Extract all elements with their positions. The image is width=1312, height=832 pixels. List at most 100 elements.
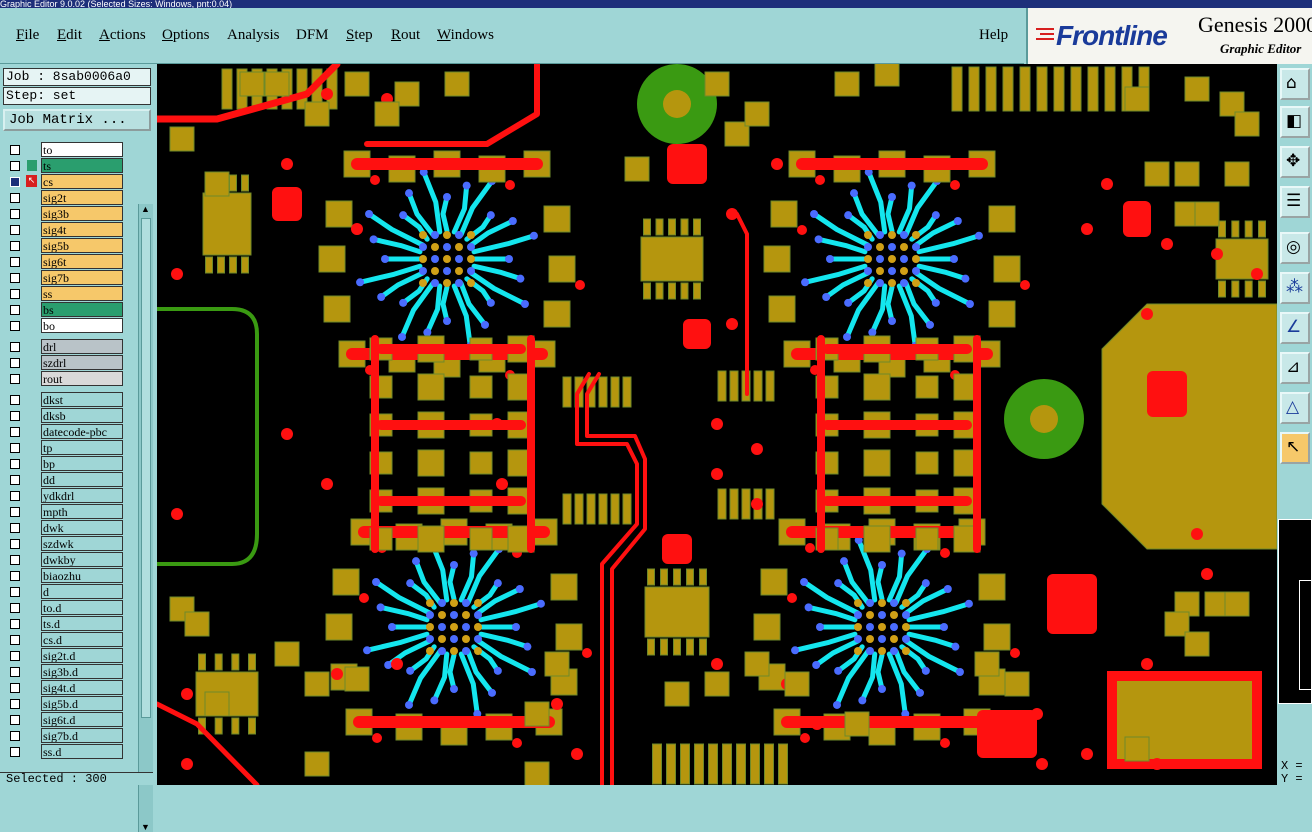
layer-checkbox[interactable]: [10, 619, 20, 629]
layer-row-sig2t.d[interactable]: sig2t.d: [5, 648, 125, 664]
layer-checkbox[interactable]: [10, 715, 20, 725]
layer-row-dd[interactable]: dd: [5, 472, 125, 488]
layer-checkbox[interactable]: [10, 635, 20, 645]
layer-checkbox[interactable]: [10, 699, 20, 709]
layer-row-datecode-pbc[interactable]: datecode-pbc: [5, 424, 125, 440]
layer-checkbox[interactable]: [10, 193, 20, 203]
layer-row-szdrl[interactable]: szdrl: [5, 355, 125, 371]
layer-row-rout[interactable]: rout: [5, 371, 125, 387]
overview-map[interactable]: [1278, 519, 1312, 704]
layer-row-cs[interactable]: ↖ cs: [5, 174, 125, 190]
layer-checkbox[interactable]: [10, 177, 20, 187]
layer-row-sig5b[interactable]: sig5b: [5, 238, 125, 254]
layer-checkbox[interactable]: [10, 358, 20, 368]
layer-row-sig6t.d[interactable]: sig6t.d: [5, 712, 125, 728]
layer-checkbox[interactable]: [10, 459, 20, 469]
menu-edit[interactable]: Edit: [57, 27, 82, 44]
layer-row-dwk[interactable]: dwk: [5, 520, 125, 536]
layer-row-ss.d[interactable]: ss.d: [5, 744, 125, 760]
menu-options[interactable]: Options: [162, 27, 210, 44]
layer-checkbox[interactable]: [10, 241, 20, 251]
layer-row-bo[interactable]: bo: [5, 318, 125, 334]
menu-rout[interactable]: Rout: [391, 27, 420, 44]
layer-row-ts[interactable]: ts: [5, 158, 125, 174]
layer-row-biaozhu[interactable]: biaozhu: [5, 568, 125, 584]
layer-row-dksb[interactable]: dksb: [5, 408, 125, 424]
layer-checkbox[interactable]: [10, 491, 20, 501]
layer-checkbox[interactable]: [10, 225, 20, 235]
layer-checkbox[interactable]: [10, 507, 20, 517]
layer-checkbox[interactable]: [10, 683, 20, 693]
tool-button-1[interactable]: ◧: [1280, 106, 1310, 138]
tool-button-2[interactable]: ✥: [1280, 146, 1310, 178]
menu-help[interactable]: Help: [979, 27, 1008, 44]
layer-row-sig4t.d[interactable]: sig4t.d: [5, 680, 125, 696]
tool-button-0[interactable]: ⌂: [1280, 68, 1310, 100]
layer-row-to.d[interactable]: to.d: [5, 600, 125, 616]
tool-button-4[interactable]: ◎: [1280, 232, 1310, 264]
tool-button-9[interactable]: ↖: [1280, 432, 1310, 464]
layer-row-mpth[interactable]: mpth: [5, 504, 125, 520]
layer-checkbox[interactable]: [10, 587, 20, 597]
pcb-canvas[interactable]: [157, 64, 1277, 785]
layer-row-drl[interactable]: drl: [5, 339, 125, 355]
scroll-up-icon[interactable]: ▲: [141, 204, 150, 214]
scroll-thumb[interactable]: [141, 218, 151, 718]
menu-step[interactable]: Step: [346, 27, 373, 44]
layer-checkbox[interactable]: [10, 257, 20, 267]
layer-checkbox[interactable]: [10, 667, 20, 677]
layer-checkbox[interactable]: [10, 603, 20, 613]
layer-checkbox[interactable]: [10, 747, 20, 757]
layer-checkbox[interactable]: [10, 555, 20, 565]
layer-row-sig2t[interactable]: sig2t: [5, 190, 125, 206]
layer-row-dwkby[interactable]: dwkby: [5, 552, 125, 568]
layer-checkbox[interactable]: [10, 651, 20, 661]
layer-checkbox[interactable]: [10, 289, 20, 299]
layer-checkbox[interactable]: [10, 427, 20, 437]
layer-row-dkst[interactable]: dkst: [5, 392, 125, 408]
layer-checkbox[interactable]: [10, 395, 20, 405]
layer-row-bs[interactable]: bs: [5, 302, 125, 318]
job-matrix-button[interactable]: Job Matrix ...: [3, 109, 151, 131]
layer-row-ss[interactable]: ss: [5, 286, 125, 302]
layer-checkbox[interactable]: [10, 145, 20, 155]
menu-actions[interactable]: Actions: [99, 27, 146, 44]
layer-checkbox[interactable]: [10, 209, 20, 219]
tool-button-7[interactable]: ⊿: [1280, 352, 1310, 384]
layer-row-bp[interactable]: bp: [5, 456, 125, 472]
layer-checkbox[interactable]: [10, 161, 20, 171]
menu-dfm[interactable]: DFM: [296, 27, 329, 44]
layer-row-cs.d[interactable]: cs.d: [5, 632, 125, 648]
layer-row-sig4t[interactable]: sig4t: [5, 222, 125, 238]
layer-row-sig5b.d[interactable]: sig5b.d: [5, 696, 125, 712]
layer-row-tp[interactable]: tp: [5, 440, 125, 456]
menu-file[interactable]: File: [16, 27, 39, 44]
layer-row-sig3b[interactable]: sig3b: [5, 206, 125, 222]
layer-row-ts.d[interactable]: ts.d: [5, 616, 125, 632]
layer-row-sig7b[interactable]: sig7b: [5, 270, 125, 286]
menu-analysis[interactable]: Analysis: [227, 27, 280, 44]
tool-button-5[interactable]: ⁂: [1280, 272, 1310, 304]
layer-checkbox[interactable]: [10, 571, 20, 581]
tool-button-8[interactable]: △: [1280, 392, 1310, 424]
layer-checkbox[interactable]: [10, 342, 20, 352]
layer-row-sig6t[interactable]: sig6t: [5, 254, 125, 270]
menu-windows[interactable]: Windows: [437, 27, 494, 44]
layer-checkbox[interactable]: [10, 273, 20, 283]
layer-row-sig7b.d[interactable]: sig7b.d: [5, 728, 125, 744]
layer-checkbox[interactable]: [10, 305, 20, 315]
layer-row-sig3b.d[interactable]: sig3b.d: [5, 664, 125, 680]
tool-button-6[interactable]: ∠: [1280, 312, 1310, 344]
layer-checkbox[interactable]: [10, 411, 20, 421]
layer-checkbox[interactable]: [10, 475, 20, 485]
layer-row-d[interactable]: d: [5, 584, 125, 600]
layer-checkbox[interactable]: [10, 523, 20, 533]
tool-button-3[interactable]: ☰: [1280, 186, 1310, 218]
layer-row-szdwk[interactable]: szdwk: [5, 536, 125, 552]
layer-row-to[interactable]: to: [5, 142, 125, 158]
layer-checkbox[interactable]: [10, 443, 20, 453]
layer-checkbox[interactable]: [10, 539, 20, 549]
scroll-down-icon[interactable]: ▼: [141, 822, 150, 832]
layer-row-ydkdrl[interactable]: ydkdrl: [5, 488, 125, 504]
layer-checkbox[interactable]: [10, 374, 20, 384]
